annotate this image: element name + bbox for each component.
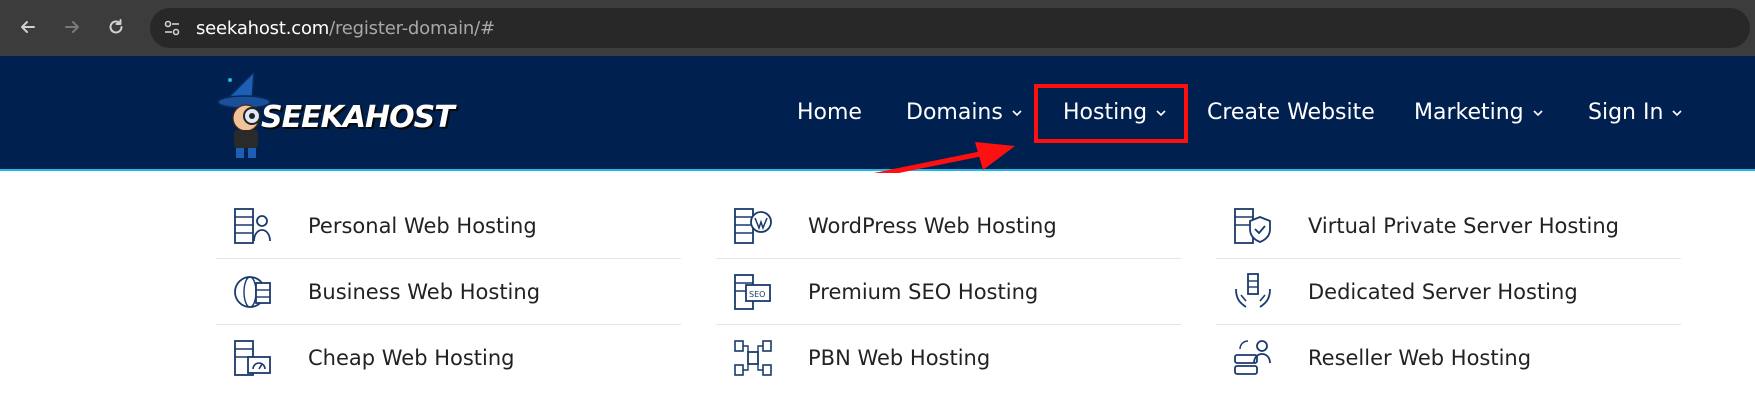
site-settings-icon[interactable] bbox=[162, 18, 182, 38]
list-item[interactable]: PBN Web Hosting bbox=[716, 325, 1181, 391]
seo-server-icon: SEO bbox=[734, 273, 771, 310]
nav-domains-label: Domains bbox=[906, 100, 1003, 125]
menu-item-label: Business Web Hosting bbox=[308, 279, 541, 304]
server-person-icon bbox=[234, 207, 271, 244]
globe-server-icon bbox=[234, 275, 271, 308]
browser-toolbar: seekahost.com/register-domain/# bbox=[0, 0, 1755, 56]
url-text[interactable]: seekahost.com/register-domain/# bbox=[196, 18, 495, 39]
menu-item-label: Premium SEO Hosting bbox=[808, 279, 1039, 304]
back-button[interactable] bbox=[13, 12, 43, 42]
nav-sign-in-label: Sign In bbox=[1588, 100, 1664, 125]
menu-item-label: Cheap Web Hosting bbox=[308, 346, 515, 370]
nav-sign-in[interactable]: Sign In bbox=[1588, 100, 1683, 125]
nav-marketing-label: Marketing bbox=[1414, 100, 1524, 125]
chevron-down-icon bbox=[1533, 109, 1543, 116]
seekahost-logo[interactable]: SEEKAHOST bbox=[216, 70, 455, 160]
network-nodes-icon bbox=[734, 340, 772, 376]
arrow-left-icon bbox=[21, 21, 35, 33]
hands-server-icon bbox=[1235, 272, 1271, 308]
menu-item-label: WordPress Web Hosting bbox=[808, 213, 1057, 238]
nav-domains[interactable]: Domains bbox=[906, 100, 1023, 125]
url-host: seekahost.com bbox=[196, 18, 330, 39]
hosting-dropdown: Personal Web Hosting Business Web Hostin… bbox=[0, 173, 1755, 420]
server-shield-icon bbox=[1234, 207, 1271, 244]
url-path: /register-domain/# bbox=[329, 18, 495, 39]
list-item[interactable]: SEO Premium SEO Hosting bbox=[716, 259, 1181, 325]
menu-item-label: Dedicated Server Hosting bbox=[1308, 279, 1578, 304]
nav-create-website[interactable]: Create Website bbox=[1207, 100, 1375, 125]
chevron-down-icon bbox=[1672, 109, 1682, 116]
wordpress-server-icon bbox=[734, 207, 772, 244]
list-item[interactable]: Business Web Hosting bbox=[216, 259, 681, 325]
list-item[interactable]: WordPress Web Hosting bbox=[716, 193, 1181, 259]
reload-button[interactable] bbox=[101, 12, 131, 42]
server-gauge-icon bbox=[234, 340, 271, 376]
nav-create-website-label: Create Website bbox=[1207, 100, 1375, 125]
menu-item-label: PBN Web Hosting bbox=[808, 346, 991, 370]
arrow-right-icon bbox=[65, 21, 79, 33]
logo-text: SEEKAHOST bbox=[261, 100, 455, 135]
chevron-down-icon bbox=[1012, 109, 1022, 116]
hosting-highlight-box bbox=[1034, 84, 1188, 143]
address-bar[interactable]: seekahost.com/register-domain/# bbox=[150, 8, 1750, 48]
server-user-icon bbox=[1234, 340, 1271, 375]
list-item[interactable]: Dedicated Server Hosting bbox=[1216, 259, 1681, 325]
menu-item-label: Personal Web Hosting bbox=[308, 213, 537, 238]
list-item[interactable]: Virtual Private Server Hosting bbox=[1216, 193, 1681, 259]
reload-icon bbox=[109, 19, 123, 34]
menu-item-label: Virtual Private Server Hosting bbox=[1308, 213, 1620, 238]
list-item[interactable]: Personal Web Hosting bbox=[216, 193, 681, 259]
list-item[interactable]: Reseller Web Hosting bbox=[1216, 325, 1681, 391]
nav-home-label: Home bbox=[797, 100, 862, 125]
nav-marketing[interactable]: Marketing bbox=[1414, 100, 1544, 125]
nav-home[interactable]: Home bbox=[797, 100, 862, 125]
menu-item-label: Reseller Web Hosting bbox=[1308, 346, 1532, 370]
seo-glyph: SEO bbox=[749, 290, 765, 299]
list-item[interactable]: Cheap Web Hosting bbox=[216, 325, 681, 391]
forward-button[interactable] bbox=[57, 12, 87, 42]
